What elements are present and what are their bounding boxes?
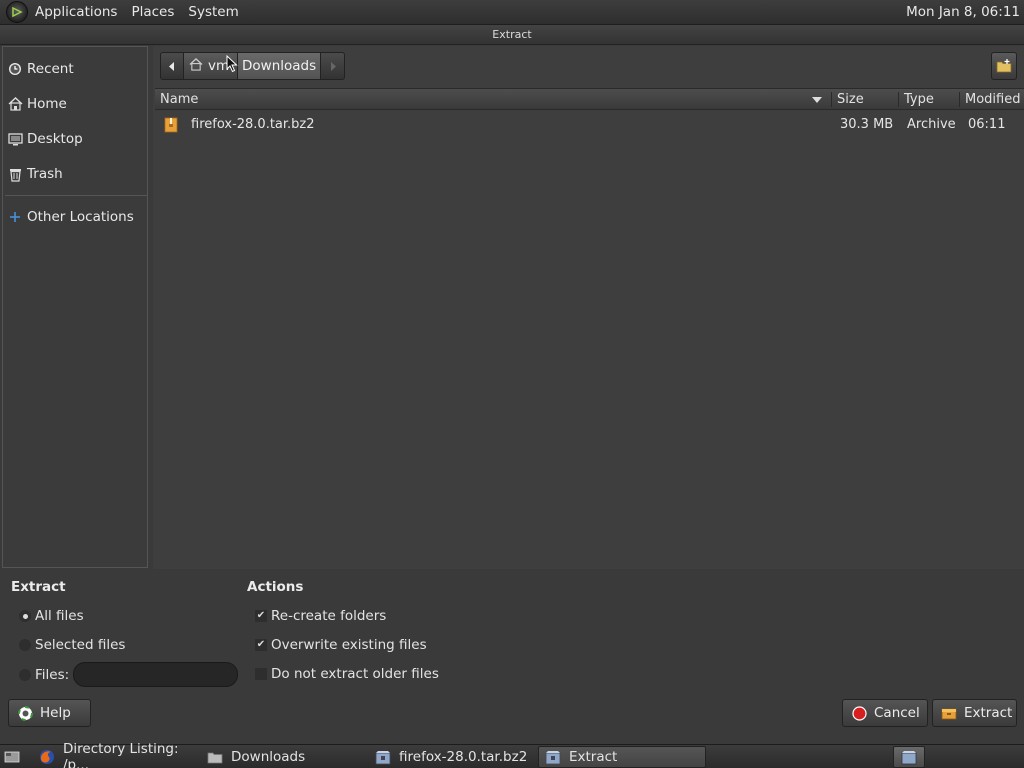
all-files-radio[interactable]: All files [19,606,84,626]
recreate-folders-checkbox[interactable]: ✔ Re-create folders [255,606,386,626]
task-label: firefox-28.0.tar.bz2 [399,749,528,765]
places-sidebar: Recent Home Desktop Trash Other Location… [2,46,148,568]
path-scroll-left-button[interactable] [160,52,184,80]
extract-options: Extract All files Selected files Files: … [0,569,1024,727]
chevron-left-icon [169,61,174,71]
sidebar-item-home[interactable]: Home [3,89,147,119]
radio-label: Files: [35,667,70,683]
column-divider [898,92,899,107]
column-type[interactable]: Type [904,89,934,110]
desktop-icon [7,131,23,147]
plus-icon [7,209,23,225]
cancel-label: Cancel [874,705,920,721]
archive-manager-icon [375,749,391,765]
file-name: firefox-28.0.tar.bz2 [191,117,315,132]
extract-button[interactable]: Extract [932,699,1017,727]
table-row[interactable]: firefox-28.0.tar.bz2 30.3 MB Archive 06:… [155,112,1024,138]
archive-manager-icon [901,750,917,764]
task-downloads[interactable]: Downloads [201,746,367,768]
extract-heading: Extract [11,579,66,595]
folder-icon [207,749,223,765]
menu-system[interactable]: System [181,0,245,25]
radio-label: Selected files [35,637,126,653]
files-pattern-radio[interactable]: Files: [19,665,69,685]
new-folder-button[interactable] [991,52,1017,80]
column-modified[interactable]: Modified [965,89,1020,110]
show-desktop-icon [4,751,20,763]
radio-indicator [19,669,31,681]
taskbar: Directory Listing: /p... Downloads firef… [0,741,1024,768]
workspace-switcher[interactable] [893,746,925,768]
help-label: Help [40,705,71,721]
task-label: Extract [569,749,618,765]
home-icon [7,96,23,112]
column-name[interactable]: Name [160,89,198,110]
new-folder-icon [996,59,1012,73]
sidebar-item-label: Recent [27,61,74,77]
cancel-icon [851,705,867,721]
task-archive[interactable]: firefox-28.0.tar.bz2 [369,746,537,768]
column-header: Name Size Type Modified [155,88,1024,110]
checkbox-label: Do not extract older files [271,666,439,682]
extract-icon [941,705,957,721]
top-panel: Applications Places System Mon Jan 8, 06… [0,0,1024,25]
sidebar-item-label: Desktop [27,131,83,147]
sidebar-item-other-locations[interactable]: Other Locations [3,202,147,232]
sort-descending-icon [812,97,822,103]
help-icon [17,705,33,721]
file-type: Archive [907,117,956,132]
files-pattern-input[interactable] [73,662,238,687]
column-size[interactable]: Size [837,89,864,110]
task-label: Downloads [231,749,306,765]
mate-menu-icon[interactable] [6,1,28,23]
sidebar-item-desktop[interactable]: Desktop [3,124,147,154]
sidebar-item-trash[interactable]: Trash [3,159,147,189]
task-label: Directory Listing: /p... [63,741,179,768]
checkbox-indicator [255,668,267,680]
menu-applications[interactable]: Applications [28,0,124,25]
firefox-icon [39,749,55,765]
task-extract[interactable]: Extract [538,746,706,768]
checkbox-indicator: ✔ [255,610,267,622]
window-title: Extract [0,25,1024,45]
sidebar-divider [5,195,147,196]
checkbox-indicator: ✔ [255,639,267,651]
sidebar-item-label: Trash [27,166,63,182]
clock[interactable]: Mon Jan 8, 06:11 [906,0,1020,25]
archive-file-icon [164,117,178,133]
archive-manager-icon [545,749,561,765]
task-directory-listing[interactable]: Directory Listing: /p... [33,741,201,768]
checkbox-label: Overwrite existing files [271,637,427,653]
file-size: 30.3 MB [840,117,894,132]
extract-label: Extract [964,705,1013,721]
column-divider [831,92,832,107]
home-icon [189,57,203,75]
sidebar-item-label: Home [27,96,67,112]
file-modified: 06:11 [968,117,1006,132]
trash-icon [7,166,23,182]
chevron-right-icon [330,61,336,71]
menu-places[interactable]: Places [124,0,181,25]
radio-indicator [19,639,31,651]
show-desktop-button[interactable] [2,747,22,767]
radio-indicator [19,610,31,622]
sidebar-item-label: Other Locations [27,209,134,225]
path-scroll-right-button[interactable] [321,52,346,80]
actions-heading: Actions [247,579,304,595]
overwrite-checkbox[interactable]: ✔ Overwrite existing files [255,635,427,655]
cancel-button[interactable]: Cancel [842,699,928,727]
selected-files-radio[interactable]: Selected files [19,635,125,655]
sidebar-item-recent[interactable]: Recent [3,54,147,84]
help-button[interactable]: Help [8,699,91,727]
column-divider [959,92,960,107]
path-bar: vm Downloads [160,52,346,80]
checkbox-label: Re-create folders [271,608,387,624]
file-browser: vm Downloads Name Size Type Modified fir… [153,46,1024,569]
path-button-downloads[interactable]: Downloads [238,52,322,80]
mouse-cursor-icon [226,55,238,73]
radio-label: All files [35,608,84,624]
path-current-label: Downloads [242,58,317,74]
no-older-checkbox[interactable]: Do not extract older files [255,664,439,684]
recent-icon [7,61,23,77]
